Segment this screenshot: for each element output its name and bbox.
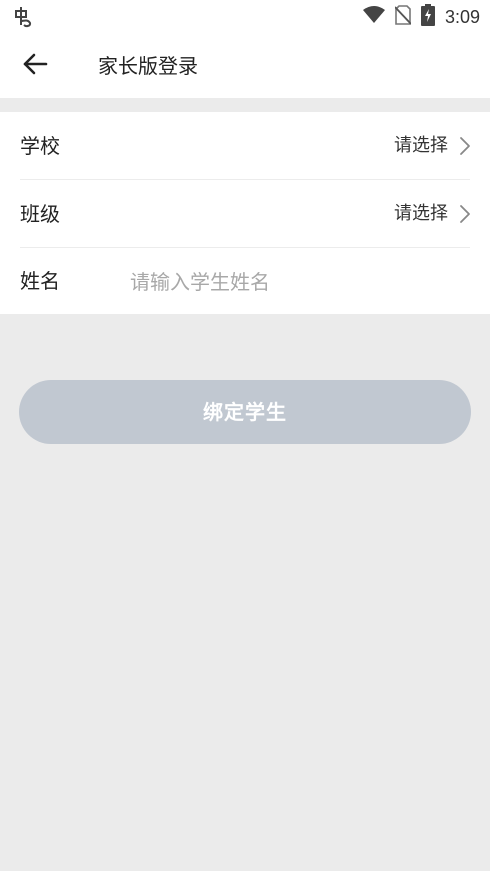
- bind-student-button[interactable]: 绑定学生: [19, 380, 471, 444]
- student-name-input[interactable]: [130, 262, 450, 302]
- class-select-row[interactable]: 班级 请选择: [0, 180, 490, 248]
- status-icons: 3:09: [362, 4, 480, 30]
- status-bar: 3:09: [0, 0, 490, 34]
- app-bar: 家长版登录: [0, 34, 490, 98]
- school-label: 学校: [20, 134, 60, 158]
- battery-charging-icon: [420, 4, 435, 30]
- back-button[interactable]: [14, 46, 56, 86]
- chevron-right-icon: [458, 136, 472, 156]
- class-select-value[interactable]: 请选择: [394, 180, 448, 248]
- wifi-icon: [362, 6, 385, 28]
- chevron-right-icon: [458, 204, 472, 224]
- name-label: 姓名: [20, 269, 60, 293]
- name-input-row: 姓名: [0, 248, 490, 314]
- status-time: 3:09: [444, 7, 480, 27]
- no-sim-icon: [394, 5, 412, 29]
- app-notification-icon: [12, 5, 36, 29]
- binding-form: 学校 请选择 班级 请选择 姓名: [0, 112, 490, 314]
- school-select-value[interactable]: 请选择: [394, 112, 448, 180]
- school-select-row[interactable]: 学校 请选择: [0, 112, 490, 180]
- class-label: 班级: [20, 202, 60, 226]
- page-title: 家长版登录: [98, 54, 198, 78]
- arrow-left-icon: [22, 53, 48, 79]
